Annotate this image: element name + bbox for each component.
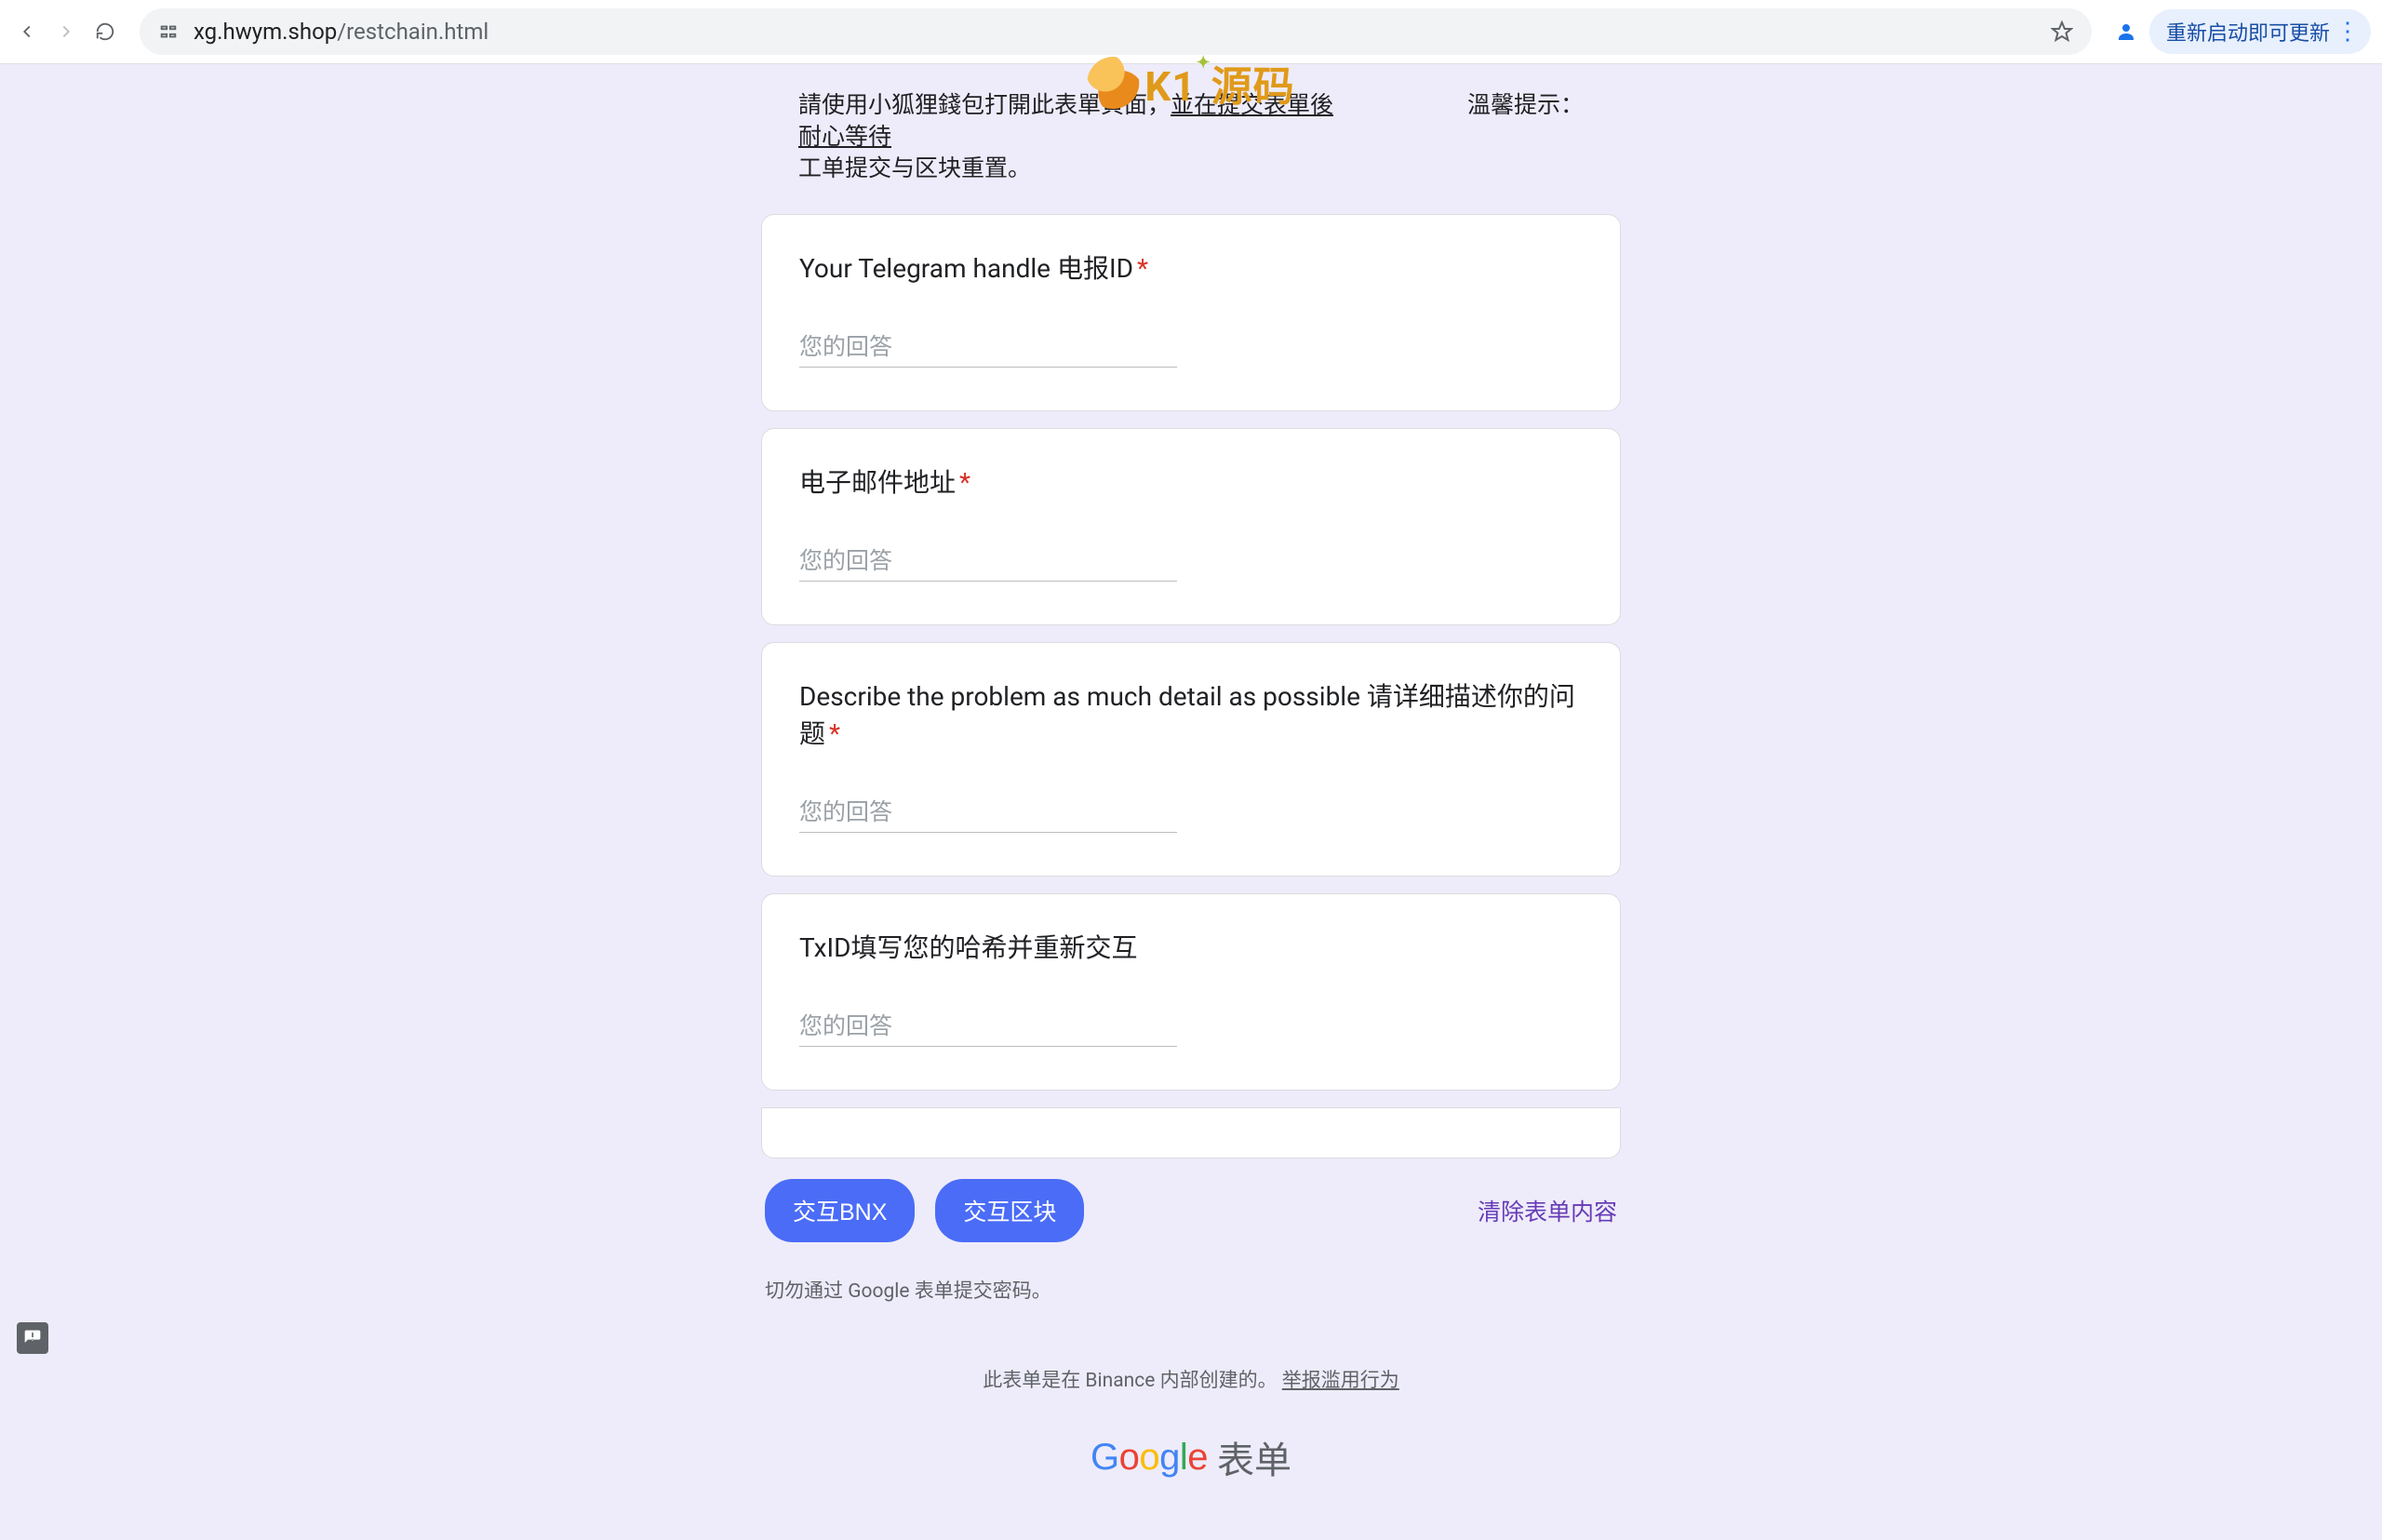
question-card-describe: Describe the problem as much detail as p… [761,642,1621,877]
intro-left-text: 請使用小狐狸錢包打開此表單頁面，並在提交表單後耐心等待 工单提交与区块重置。 [798,90,1357,184]
url-text: xg.hwym.shop/restchain.html [194,19,2036,45]
actions-row: 交互BNX 交互区块 清除表单内容 [761,1179,1621,1242]
email-input[interactable] [799,544,1177,582]
question-label: TxID填写您的哈希并重新交互 [799,928,1583,965]
google-forms-logo[interactable]: Google 表单 [761,1430,1621,1484]
site-settings-icon[interactable] [158,21,179,42]
describe-input[interactable] [799,796,1177,833]
forward-button[interactable] [50,16,82,47]
question-label: Your Telegram handle 电报ID* [799,248,1583,286]
submit-bnx-button[interactable]: 交互BNX [765,1179,915,1242]
page-body: K1✦源码 請使用小狐狸錢包打開此表單頁面，並在提交表單後耐心等待 工单提交与区… [0,64,2382,1540]
report-abuse-link[interactable]: 举报滥用行为 [1282,1370,1399,1392]
forms-suffix: 表单 [1217,1430,1291,1484]
creator-note: 此表单是在 Binance 内部创建的。 [983,1370,1282,1392]
submit-block-button[interactable]: 交互区块 [935,1179,1084,1242]
address-bar[interactable]: xg.hwym.shop/restchain.html [140,8,2092,55]
form-footer-note: 此表单是在 Binance 内部创建的。 举报滥用行为 [761,1365,1621,1393]
google-wordmark: Google [1091,1437,1208,1479]
form-intro: 請使用小狐狸錢包打開此表單頁面，並在提交表單後耐心等待 工单提交与区块重置。 溫… [761,64,1621,197]
question-card-email: 电子邮件地址* [761,428,1621,625]
question-label: Describe the problem as much detail as p… [799,676,1583,751]
relaunch-to-update-button[interactable]: 重新启动即可更新 ⋮ [2149,9,2371,54]
form-footer-card [761,1108,1621,1158]
browser-toolbar: xg.hwym.shop/restchain.html 重新启动即可更新 ⋮ [0,0,2382,64]
question-card-txid: TxID填写您的哈希并重新交互 [761,893,1621,1091]
feedback-badge[interactable] [17,1322,48,1354]
update-label: 重新启动即可更新 [2166,17,2330,47]
question-label: 电子邮件地址* [799,462,1583,500]
profile-button[interactable] [2110,16,2142,47]
clear-form-link[interactable]: 清除表单内容 [1478,1194,1617,1227]
back-button[interactable] [11,16,43,47]
bookmark-star-icon[interactable] [2051,20,2073,43]
password-warning: 切勿通过 Google 表单提交密码。 [761,1276,1621,1304]
intro-tip-label: 溫馨提示： [1467,90,1584,184]
telegram-input[interactable] [799,330,1177,368]
txid-input[interactable] [799,1010,1177,1047]
question-card-telegram: Your Telegram handle 电报ID* [761,214,1621,411]
reload-button[interactable] [89,16,121,47]
